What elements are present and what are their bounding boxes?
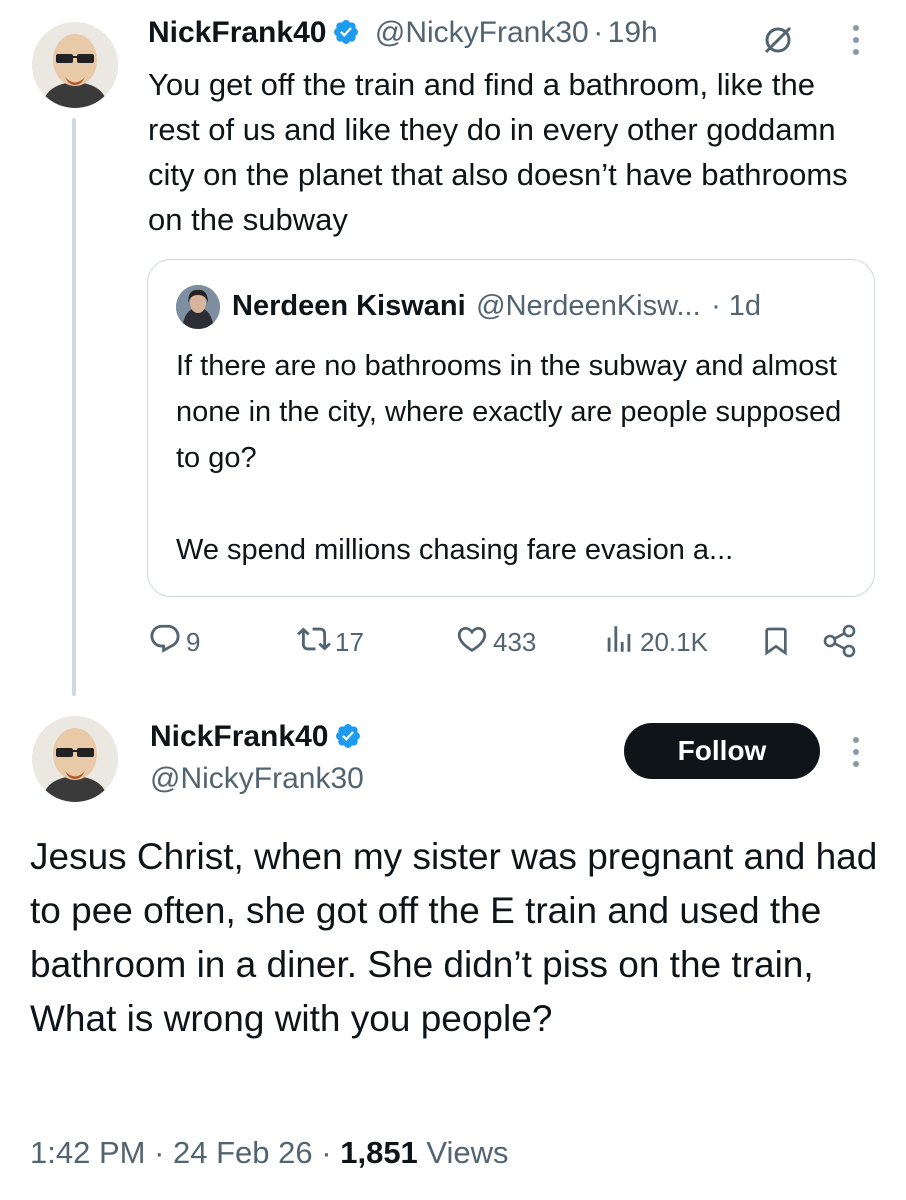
follow-button[interactable]: Follow <box>624 723 820 779</box>
quote-author-avatar <box>176 285 220 329</box>
views-button[interactable]: 20.1K <box>602 622 708 663</box>
quote-text-paragraph-2: We spend millions chasing fare evasion a… <box>176 534 734 566</box>
main-more-icon[interactable] <box>846 730 866 779</box>
meta-separator-1: · <box>154 1135 165 1170</box>
quote-author-name: Nerdeen Kiswani <box>232 290 466 322</box>
reply-icon <box>148 622 182 663</box>
main-tweet-author-row: NickFrank40 <box>150 720 362 754</box>
views-icon <box>602 622 636 663</box>
parent-time-separator: · <box>593 16 604 49</box>
like-button[interactable]: 433 <box>455 622 536 663</box>
main-author-avatar[interactable] <box>32 716 118 802</box>
views-count: 20.1K <box>640 627 708 657</box>
parent-author-avatar[interactable] <box>32 22 118 108</box>
repost-count: 17 <box>335 627 364 657</box>
tweet-time[interactable]: 1:42 PM <box>30 1135 145 1170</box>
quote-time: · 1d <box>711 290 762 322</box>
thread-connector-line <box>72 118 76 696</box>
meta-separator-2: · <box>321 1135 332 1170</box>
tweet-meta-line: 1:42 PM · 24 Feb 26 · 1,851 Views <box>30 1135 509 1171</box>
parent-tweet-header: NickFrank40 @NickyFrank30 · 19h <box>148 16 658 50</box>
parent-tweet-time[interactable]: 19h <box>608 16 658 49</box>
quote-text-paragraph-1: If there are no bathrooms in the subway … <box>176 350 842 474</box>
share-icon[interactable] <box>822 624 858 663</box>
main-author-name[interactable]: NickFrank40 <box>150 720 328 753</box>
verified-badge-icon <box>332 18 360 46</box>
repost-icon <box>297 622 331 663</box>
quote-author-handle: @NerdeenKisw... <box>476 290 701 322</box>
bookmark-icon[interactable] <box>760 624 792 663</box>
views-label: Views <box>426 1135 509 1170</box>
reply-count: 9 <box>186 627 201 657</box>
like-icon <box>455 622 489 663</box>
repost-button[interactable]: 17 <box>297 622 364 663</box>
reply-button[interactable]: 9 <box>148 622 200 663</box>
parent-author-name[interactable]: NickFrank40 <box>148 16 326 49</box>
parent-tweet-text: You get off the train and find a bathroo… <box>148 67 848 237</box>
main-tweet-paragraph-1: Jesus Christ, when my sister was pregnan… <box>30 836 878 985</box>
main-tweet-paragraph-2: What is wrong with you people? <box>30 998 553 1039</box>
grok-icon[interactable] <box>760 22 796 63</box>
tweet-date[interactable]: 24 Feb 26 <box>173 1135 313 1170</box>
parent-more-icon[interactable] <box>846 18 866 67</box>
main-author-handle[interactable]: @NickyFrank30 <box>150 762 364 796</box>
verified-badge-icon <box>334 722 362 750</box>
views-count-main[interactable]: 1,851 <box>340 1135 418 1170</box>
main-tweet-text: Jesus Christ, when my sister was pregnan… <box>30 830 880 1046</box>
like-count: 433 <box>493 627 537 657</box>
parent-author-handle[interactable]: @NickyFrank30 <box>375 16 589 49</box>
quote-header: Nerdeen Kiswani @NerdeenKisw... · 1d <box>232 290 761 323</box>
